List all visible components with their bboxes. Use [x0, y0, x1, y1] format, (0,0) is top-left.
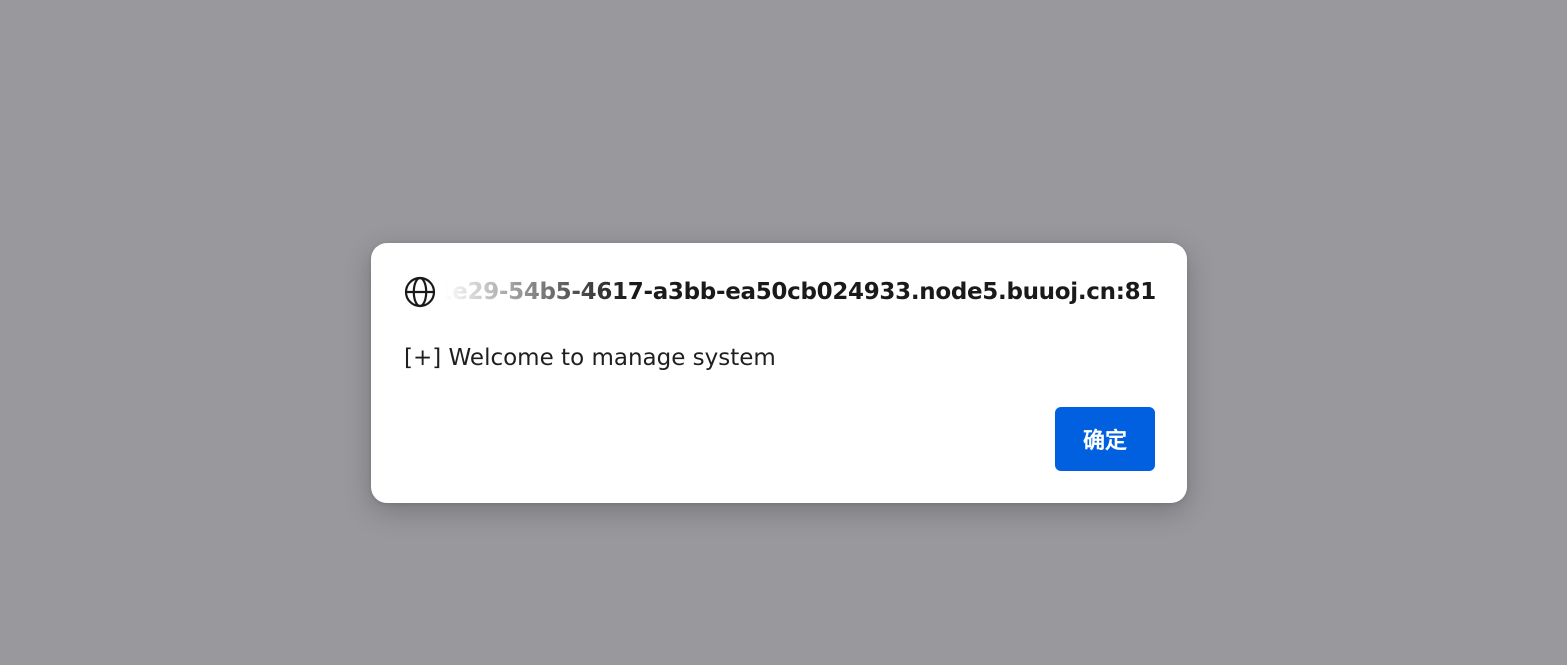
- alert-dialog: 0a1e29-54b5-4617-a3bb-ea50cb024933.node5…: [371, 243, 1187, 503]
- dialog-message: [+] Welcome to manage system: [404, 345, 776, 371]
- dialog-origin-row: 0a1e29-54b5-4617-a3bb-ea50cb024933.node5…: [404, 276, 1156, 308]
- dialog-origin: 0a1e29-54b5-4617-a3bb-ea50cb024933.node5…: [445, 279, 1156, 305]
- globe-icon: [404, 276, 436, 308]
- ok-button[interactable]: 确定: [1055, 407, 1155, 471]
